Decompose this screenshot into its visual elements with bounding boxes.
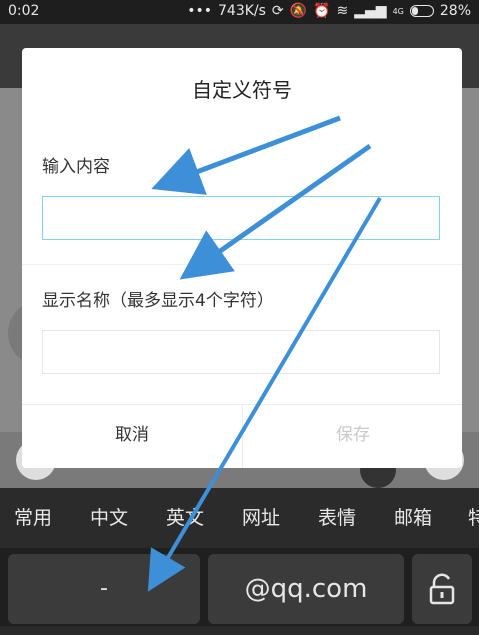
- input-content-label: 输入内容: [42, 157, 110, 177]
- symbol-category-bar: 常用 中文 英文 网址 表情 邮箱 特: [0, 488, 479, 548]
- dialog-button-row: 取消 保存: [22, 404, 462, 468]
- category-emoji[interactable]: 表情: [318, 488, 356, 548]
- category-email[interactable]: 邮箱: [394, 488, 432, 548]
- unlock-key[interactable]: [412, 554, 472, 624]
- category-english[interactable]: 英文: [166, 488, 204, 548]
- alarm-icon: ⏰: [313, 3, 331, 19]
- category-chinese[interactable]: 中文: [90, 488, 128, 548]
- cancel-button[interactable]: 取消: [22, 405, 242, 468]
- dialog-divider: [22, 264, 462, 265]
- category-special[interactable]: 特: [468, 488, 479, 548]
- status-bar: 0:02 ••• 743K/s ⟳ 🔕 ⏰ ≋ ▂▄▆ 4G 28%: [0, 0, 479, 24]
- sync-icon: ⟳: [271, 3, 284, 19]
- save-button[interactable]: 保存: [242, 405, 462, 468]
- mute-icon: 🔕: [289, 3, 308, 19]
- status-time: 0:02: [8, 3, 40, 19]
- dash-key[interactable]: -: [8, 554, 200, 624]
- display-name-field[interactable]: [42, 330, 440, 374]
- network-badge: 4G: [392, 6, 404, 16]
- battery-percent: 28%: [439, 3, 471, 19]
- status-net-speed: 743K/s: [218, 3, 266, 19]
- category-url[interactable]: 网址: [242, 488, 280, 548]
- battery-icon: [409, 5, 434, 17]
- qq-com-key[interactable]: @qq.com: [208, 554, 404, 624]
- signal-icon: ▂▄▆: [354, 3, 387, 19]
- wifi-icon: ≋: [336, 3, 349, 19]
- keyboard-symbol-row: - @qq.com: [0, 548, 479, 626]
- custom-symbol-dialog: 自定义符号 输入内容 显示名称（最多显示4个字符） 取消 保存: [22, 48, 462, 468]
- unlock-icon: [429, 573, 455, 605]
- dialog-title: 自定义符号: [192, 78, 292, 102]
- display-name-label: 显示名称（最多显示4个字符）: [42, 291, 274, 311]
- status-right: ••• 743K/s ⟳ 🔕 ⏰ ≋ ▂▄▆ 4G 28%: [187, 3, 471, 19]
- category-common[interactable]: 常用: [14, 488, 52, 548]
- input-content-field[interactable]: [42, 196, 440, 240]
- status-dots: •••: [187, 3, 212, 19]
